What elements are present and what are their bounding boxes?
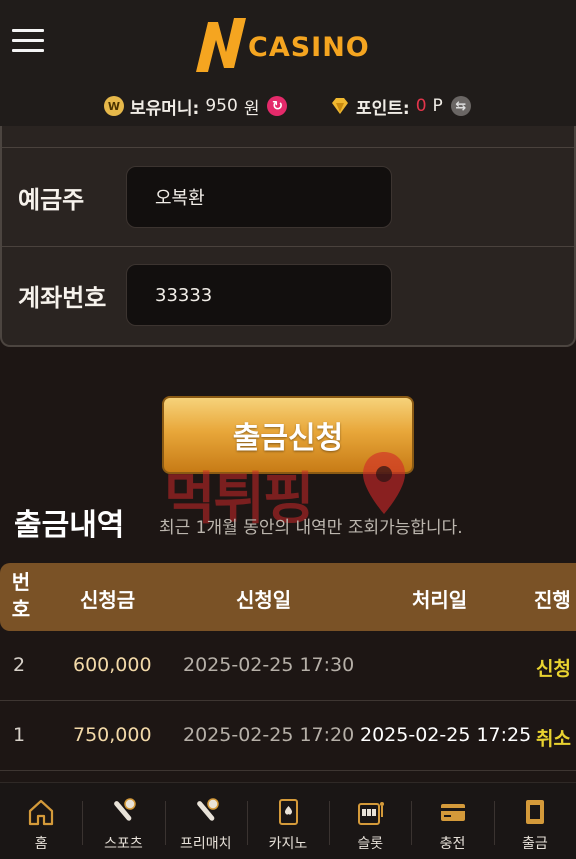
row-no: 1: [13, 724, 26, 746]
column-processed: 처리일: [412, 588, 468, 612]
nav-deposit[interactable]: 충전: [411, 783, 493, 859]
slot-machine-icon: [358, 802, 385, 825]
nav-casino-label: 카지노: [268, 836, 308, 852]
bottom-nav: 홈 스포츠 프리매치 카지노 슬롯 충전 출금: [0, 782, 576, 859]
playing-card-icon: [278, 799, 298, 825]
money-unit: 원: [243, 98, 260, 119]
nav-casino[interactable]: 카지노: [246, 783, 329, 859]
coin-icon: W: [104, 96, 124, 116]
row-amount: 600,000: [73, 654, 152, 676]
baseball-bat-icon: [196, 798, 219, 821]
logo[interactable]: CASINO: [192, 12, 392, 78]
map-pin-icon: [363, 452, 405, 514]
top-bar: CASINO: [0, 0, 576, 86]
row-no: 2: [13, 654, 26, 676]
watermark: 먹튀핑: [164, 450, 414, 532]
column-status: 진행: [534, 588, 571, 612]
point-label: 포인트:: [356, 98, 410, 119]
point-value: 0: [415, 96, 427, 116]
convert-point-icon[interactable]: ⇆: [450, 96, 471, 116]
account-number-label: 계좌번호: [18, 284, 107, 312]
baseball-bat-icon: [114, 798, 137, 821]
wallet-icon: [525, 800, 544, 824]
nav-home[interactable]: 홈: [0, 783, 82, 859]
nav-withdraw[interactable]: 출금: [493, 783, 576, 859]
table-row: 2 600,000 2025-02-25 17:30 신청: [0, 631, 576, 701]
row-status[interactable]: 취소: [536, 724, 571, 751]
row-requested: 2025-02-25 17:30: [183, 654, 355, 676]
nav-home-label: 홈: [34, 836, 48, 852]
column-requested: 신청일: [236, 588, 292, 612]
money-value: 950: [205, 96, 238, 116]
balance-bar: W 보유머니: 950 원 ↻ 포인트: 0 P ⇆: [0, 86, 576, 126]
nav-deposit-label: 충전: [439, 836, 466, 852]
nav-withdraw-label: 출금: [521, 836, 548, 852]
table-row: 1 750,000 2025-02-25 17:20 2025-02-25 17…: [0, 701, 576, 771]
nav-sports[interactable]: 스포츠: [82, 783, 164, 859]
refresh-money-icon[interactable]: ↻: [267, 96, 288, 116]
account-number-field[interactable]: 33333: [126, 264, 392, 326]
row-amount: 750,000: [73, 724, 152, 746]
home-icon: [29, 799, 54, 826]
history-title: 출금내역: [14, 508, 125, 543]
nav-slot-label: 슬롯: [357, 836, 384, 852]
history-table-header: 번 호 신청금 신청일 처리일 진행: [0, 563, 576, 631]
withdraw-form: 예금주 오복환 계좌번호 33333: [0, 126, 576, 347]
divider: [2, 147, 574, 148]
menu-icon[interactable]: [12, 29, 44, 53]
nav-sports-label: 스포츠: [104, 836, 143, 852]
money-balance: W 보유머니: 950 원 ↻: [104, 93, 288, 119]
depositor-label: 예금주: [18, 186, 85, 214]
logo-text: CASINO: [248, 32, 370, 63]
money-label: 보유머니:: [130, 98, 200, 119]
logo-n-icon: [196, 18, 246, 72]
column-amount: 신청금: [80, 588, 136, 612]
nav-prematch[interactable]: 프리매치: [164, 783, 247, 859]
divider: [2, 246, 574, 247]
point-balance: 포인트: 0 P ⇆: [330, 93, 471, 119]
credit-card-icon: [440, 804, 465, 821]
column-no: 번 호: [11, 570, 31, 621]
point-unit: P: [432, 96, 443, 116]
row-requested: 2025-02-25 17:20: [183, 724, 355, 746]
row-processed: 2025-02-25 17:25: [360, 724, 532, 746]
history-note: 최근 1개월 동안의 내역만 조회가능합니다.: [159, 518, 463, 538]
diamond-icon: [332, 98, 348, 114]
nav-slot[interactable]: 슬롯: [329, 783, 411, 859]
nav-prematch-label: 프리매치: [179, 836, 232, 852]
row-status[interactable]: 신청: [536, 654, 571, 681]
depositor-field[interactable]: 오복환: [126, 166, 392, 228]
